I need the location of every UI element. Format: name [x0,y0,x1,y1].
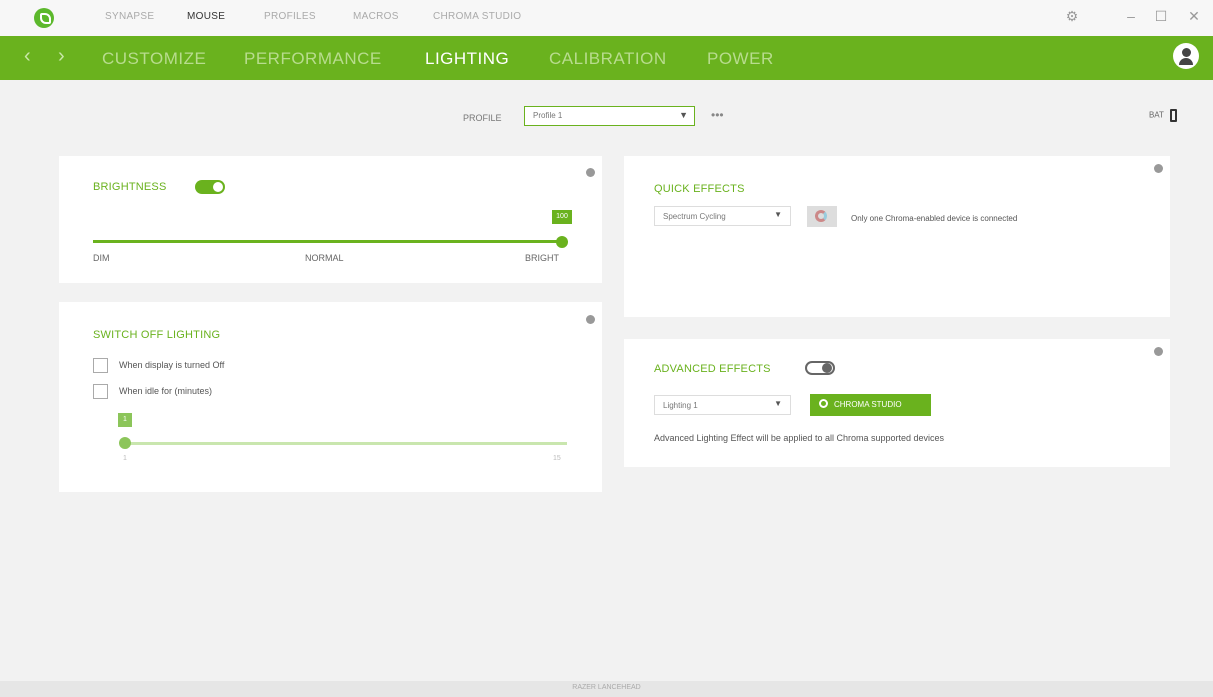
advanced-effect-value: Lighting 1 [663,401,698,410]
info-icon[interactable] [586,168,595,177]
tab-customize[interactable]: CUSTOMIZE [102,49,206,69]
switch-off-title: SWITCH OFF LIGHTING [93,329,221,341]
quick-effects-panel: QUICK EFFECTS Spectrum Cycling ▼ Only on… [624,156,1170,317]
chroma-studio-label: CHROMA STUDIO [834,400,902,409]
section-nav: ‹ › CUSTOMIZE PERFORMANCE LIGHTING CALIB… [0,36,1213,80]
tab-chroma-studio[interactable]: CHROMA STUDIO [433,11,521,22]
back-arrow-icon[interactable]: ‹ [24,45,31,68]
info-icon[interactable] [586,315,595,324]
display-off-label: When display is turned Off [119,360,225,370]
advanced-effects-panel: ADVANCED EFFECTS Lighting 1 ▼ CHROMA STU… [624,339,1170,467]
tab-macros[interactable]: MACROS [353,11,399,22]
display-off-checkbox[interactable] [93,358,108,373]
title-bar: SYNAPSE MOUSE PROFILES MACROS CHROMA STU… [0,0,1213,36]
chroma-icon [819,399,828,408]
switch-off-lighting-panel: SWITCH OFF LIGHTING When display is turn… [59,302,602,492]
tab-power[interactable]: POWER [707,49,774,69]
tab-profiles[interactable]: PROFILES [264,11,316,22]
avatar[interactable] [1173,43,1199,69]
tab-performance[interactable]: PERFORMANCE [244,49,382,69]
forward-arrow-icon[interactable]: › [58,45,65,68]
battery-indicator: BAT [1149,109,1177,122]
idle-checkbox[interactable] [93,384,108,399]
idle-max-label: 15 [553,455,561,462]
close-icon[interactable]: ✕ [1185,8,1203,25]
brightness-panel: BRIGHTNESS 100 DIM NORMAL BRIGHT [59,156,602,283]
quick-effect-dropdown[interactable]: Spectrum Cycling ▼ [654,206,791,226]
brightness-slider-track[interactable] [93,240,563,243]
tab-calibration[interactable]: CALIBRATION [549,49,667,69]
advanced-effects-toggle[interactable] [805,361,835,375]
maximize-icon[interactable]: ☐ [1152,8,1170,25]
brightness-value-badge: 100 [552,210,572,224]
avatar-head [1182,48,1191,57]
brightness-toggle[interactable] [195,180,225,194]
settings-icon[interactable]: ⚙ [1063,8,1081,25]
advanced-effect-note: Advanced Lighting Effect will be applied… [654,433,945,443]
toggle-knob [213,182,223,192]
info-icon[interactable] [1154,164,1163,173]
footer-bar: RAZER LANCEHEAD [0,681,1213,697]
toggle-knob [822,363,832,373]
idle-value-badge: 1 [118,413,132,427]
tab-synapse[interactable]: SYNAPSE [105,11,154,22]
advanced-effects-title: ADVANCED EFFECTS [654,363,771,375]
brightness-slider-thumb[interactable] [556,236,568,248]
idle-slider-track[interactable] [125,442,567,445]
chevron-down-icon: ▼ [774,399,782,408]
quick-effects-title: QUICK EFFECTS [654,183,745,195]
avatar-body [1179,58,1193,65]
minimize-icon[interactable]: – [1122,8,1140,24]
advanced-effect-dropdown[interactable]: Lighting 1 ▼ [654,395,791,415]
profile-label: PROFILE [463,113,502,123]
info-icon[interactable] [1154,347,1163,356]
effect-preview-swatch[interactable] [807,206,837,227]
chevron-down-icon: ▼ [774,210,782,219]
battery-label: BAT [1148,110,1164,120]
profile-value: Profile 1 [533,111,563,120]
tick-normal: NORMAL [305,253,344,263]
idle-label: When idle for (minutes) [119,386,213,396]
tick-bright: BRIGHT [525,253,560,263]
razer-logo-icon [34,8,54,28]
spectrum-icon [815,210,827,222]
brightness-title: BRIGHTNESS [93,181,167,193]
battery-icon [1170,109,1177,122]
tick-dim: DIM [93,253,110,263]
profile-dropdown[interactable]: Profile 1 ▼ [524,106,695,126]
idle-min-label: 1 [123,455,127,462]
idle-slider-thumb[interactable] [119,437,131,449]
quick-effect-note: Only one Chroma-enabled device is connec… [851,214,1018,223]
tab-lighting[interactable]: LIGHTING [425,49,509,69]
tab-mouse[interactable]: MOUSE [187,11,225,22]
device-name: RAZER LANCEHEAD [572,684,641,691]
profile-more-button[interactable]: ••• [711,108,724,122]
quick-effect-value: Spectrum Cycling [663,212,726,221]
chroma-studio-button[interactable]: CHROMA STUDIO [810,394,931,416]
chevron-down-icon: ▼ [679,110,688,120]
